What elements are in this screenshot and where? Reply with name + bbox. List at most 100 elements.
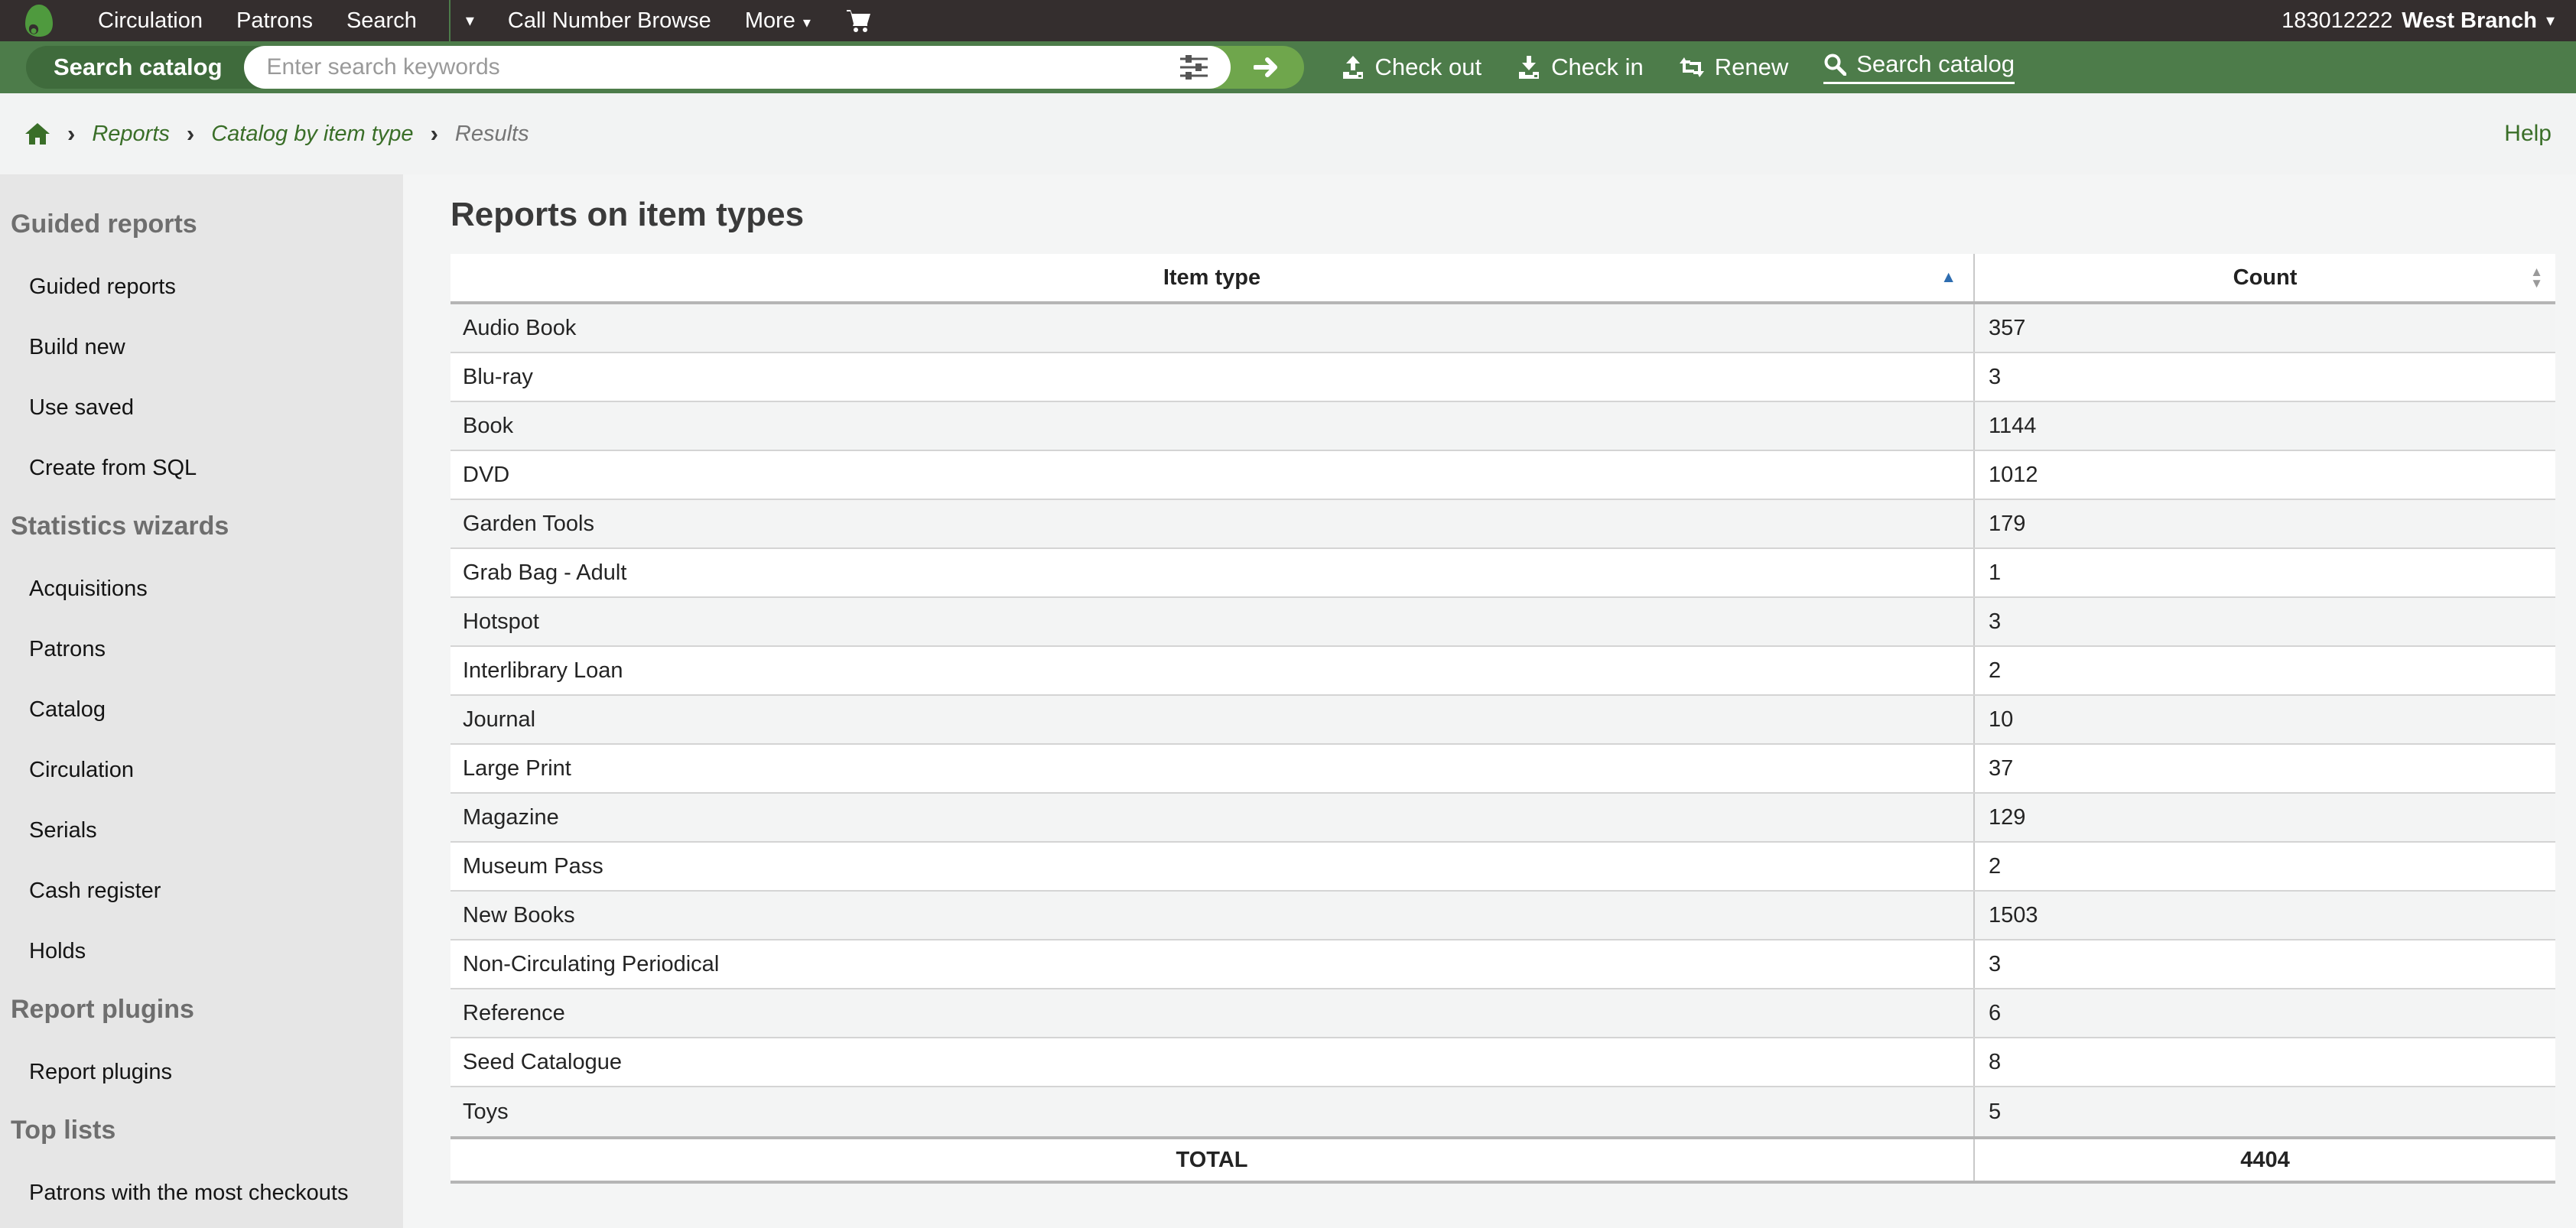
item-type-report-table: Item type ▲ Count ▲ ▼ Audio Book 357 Blu-… [450,254,2555,1184]
catalog-search-bar: Search catalog Enter search keywords Che… [0,41,2576,93]
nav-item-patrons[interactable]: Patrons [236,8,313,34]
sidebar-section-title-guided-reports: Guided reports [11,210,197,239]
table-row-dvd: DVD 1012 [450,451,2555,500]
item-type-cell: Garden Tools [450,500,1975,547]
sidebar-item-build-new[interactable]: Build new [29,335,403,360]
check-out-icon [1342,56,1363,79]
tab-check-in[interactable]: Check in [1517,54,1644,81]
count-cell: 3 [1989,609,2002,634]
table-row-reference: Reference 6 [450,989,2555,1038]
sidebar-item-use-saved[interactable]: Use saved [29,395,403,421]
breadcrumb-catalog-by-item-type[interactable]: Catalog by item type [211,122,413,147]
count-cell: 179 [1989,511,2026,536]
breadcrumb: › Reports › Catalog by item type › Resul… [0,93,2576,174]
logged-in-id: 183012222 [2282,8,2393,33]
table-row-garden-tools: Garden Tools 179 [450,500,2555,549]
item-type-cell: Book [450,402,1975,450]
nav-item-call-number-browse[interactable]: Call Number Browse [508,8,711,34]
home-icon [25,123,50,145]
koha-logo[interactable] [21,3,57,38]
count-cell: 3 [1989,364,2002,389]
column-header-item-type[interactable]: Item type ▲ [450,254,1975,301]
tab-search-catalog[interactable]: Search catalog [1823,50,2015,84]
sidebar-item-patrons-with-the-most-checkouts[interactable]: Patrons with the most checkouts [29,1181,403,1206]
help-link[interactable]: Help [2504,121,2552,147]
sidebar-section: Statistics wizards Acquisitions Patrons Ca… [0,512,403,964]
item-type-cell: Blu-ray [450,353,1975,401]
count-cell: 3 [1989,951,2002,976]
count-cell: 129 [1989,804,2026,830]
tab-renew[interactable]: Renew [1679,54,1788,81]
table-row-magazine: Magazine 129 [450,794,2555,843]
nav-item-search[interactable]: Search [346,8,417,34]
table-row-interlibrary-loan: Interlibrary Loan 2 [450,647,2555,696]
item-type-cell: Grab Bag - Adult [450,549,1975,596]
sidebar-item-patrons[interactable]: Patrons [29,637,403,662]
item-type-cell: Reference [450,989,1975,1037]
logged-in-user-menu[interactable]: 183012222 West Branch ▾ [2282,8,2555,34]
table-header-row: Item type ▲ Count ▲ ▼ [450,254,2555,304]
table-total-row: TOTAL 4404 [450,1136,2555,1184]
table-row-toys: Toys 5 [450,1087,2555,1136]
breadcrumb-separator: › [67,120,76,147]
home-link[interactable] [24,122,50,146]
sidebar-section-title-statistics-wizards: Statistics wizards [11,512,229,541]
item-type-cell: Hotspot [450,598,1975,645]
nav-item-more[interactable]: More ▾ [745,8,811,34]
renew-icon [1679,57,1704,77]
count-cell: 357 [1989,315,2026,340]
sidebar-section-title-report-plugins: Report plugins [11,995,194,1024]
item-type-cell: New Books [450,892,1975,939]
table-row-blu-ray: Blu-ray 3 [450,353,2555,402]
count-cell: 1012 [1989,462,2038,487]
sidebar-item-catalog[interactable]: Catalog [29,697,403,723]
search-icon [1824,54,1847,76]
chevron-down-icon: ▾ [2545,11,2555,30]
count-cell: 2 [1989,658,2002,683]
breadcrumb-current: Results [454,121,529,146]
sidebar-item-guided-reports[interactable]: Guided reports [29,275,403,300]
search-tab-label: Search catalog [26,46,278,89]
arrow-right-icon [1253,57,1277,77]
sort-ascending-icon: ▲ [1940,268,1956,286]
search-input[interactable] [243,46,1231,89]
sidebar-item-create-from-sql[interactable]: Create from SQL [29,456,403,481]
item-type-cell: Large Print [450,745,1975,792]
cart-icon [846,10,870,32]
logged-in-branch: West Branch [2402,8,2537,33]
table-row-hotspot: Hotspot 3 [450,598,2555,647]
sidebar-section: Guided reports Guided reports Build new Us… [0,210,403,481]
sidebar-item-report-plugins[interactable]: Report plugins [29,1060,403,1085]
table-row-new-books: New Books 1503 [450,892,2555,940]
tab-check-out[interactable]: Check out [1341,54,1482,81]
nav-item-circulation[interactable]: Circulation [98,8,203,34]
total-value-cell: 4404 [2240,1147,2290,1172]
sidebar-item-circulation[interactable]: Circulation [29,758,403,783]
count-cell: 1503 [1989,902,2038,927]
table-row-seed-catalogue: Seed Catalogue 8 [450,1038,2555,1087]
item-type-cell: Seed Catalogue [450,1038,1975,1086]
sidebar-item-cash-register[interactable]: Cash register [29,879,403,904]
count-cell: 10 [1989,707,2014,732]
item-type-cell: Museum Pass [450,843,1975,890]
search-dropdown-toggle[interactable]: ▾ [466,11,474,31]
breadcrumb-separator: › [430,120,438,147]
table-row-museum-pass: Museum Pass 2 [450,843,2555,892]
page-title: Reports on item types [450,196,805,233]
sidebar-section: Report plugins Report plugins [0,995,403,1085]
main-panel: Reports on item types Item type ▲ Count … [403,174,2576,1228]
breadcrumb-reports[interactable]: Reports [92,122,170,147]
chevron-down-icon: ▾ [465,11,474,30]
item-type-cell: Toys [450,1087,1975,1136]
column-header-count[interactable]: Count ▲ ▼ [1975,254,2555,301]
item-type-cell: Magazine [450,794,1975,841]
item-type-cell: Non-Circulating Periodical [450,940,1975,988]
quick-search-tabs: Check out Check in Renew Search catalog [1341,50,2015,84]
sidebar-item-acquisitions[interactable]: Acquisitions [29,577,403,602]
search-options-sliders-icon[interactable] [1179,54,1208,80]
item-type-cell: Interlibrary Loan [450,647,1975,694]
sidebar-item-serials[interactable]: Serials [29,818,403,843]
item-type-cell: Audio Book [450,304,1975,352]
sidebar-item-holds[interactable]: Holds [29,939,403,964]
cart-button[interactable] [846,8,872,33]
